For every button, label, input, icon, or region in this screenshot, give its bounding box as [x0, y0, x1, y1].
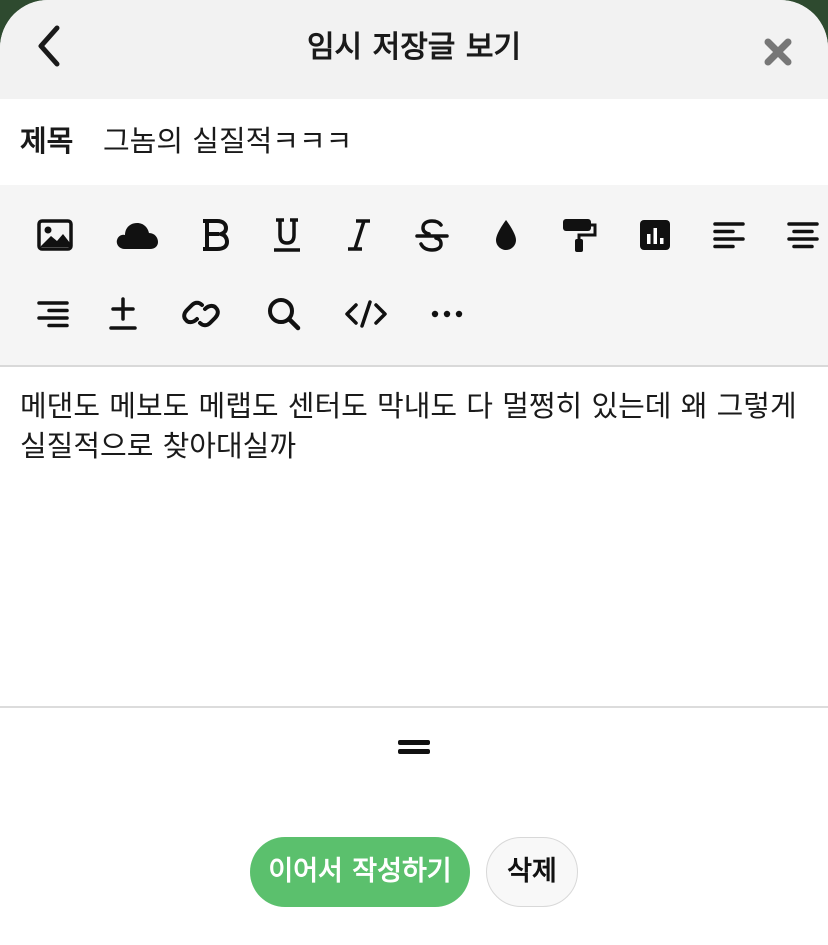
chart-icon: [640, 220, 670, 250]
title-row: 제목 그놈의 실질적ㅋㅋㅋ: [0, 99, 828, 185]
resize-handle[interactable]: [396, 736, 432, 760]
cloud-icon: [116, 223, 158, 249]
close-icon: [764, 38, 792, 66]
plus-minus-icon: [109, 297, 137, 330]
search-button[interactable]: [261, 291, 307, 337]
link-icon: [182, 300, 220, 328]
delete-button[interactable]: 삭제: [486, 837, 578, 907]
text-color-icon: [496, 220, 516, 250]
post-body[interactable]: 메댄도 메보도 메랩도 센터도 막내도 다 멀쩡히 있는데 왜 그렇게 실질적으…: [20, 386, 810, 466]
cloud-button[interactable]: [114, 212, 160, 258]
more-button[interactable]: [424, 291, 470, 337]
bold-button[interactable]: [192, 212, 238, 258]
align-left-button[interactable]: [706, 212, 752, 258]
paint-roller-icon: [563, 219, 597, 252]
close-button[interactable]: [754, 28, 802, 76]
align-right-icon: [37, 301, 69, 328]
strikethrough-button[interactable]: [409, 212, 455, 258]
chart-button[interactable]: [632, 212, 678, 258]
italic-icon: [348, 219, 370, 251]
paint-roller-button[interactable]: [556, 212, 602, 258]
more-icon: [431, 310, 463, 318]
align-left-icon: [713, 222, 745, 249]
title-label: 제목: [20, 124, 74, 158]
align-center-icon: [787, 222, 819, 249]
code-icon: [345, 300, 387, 328]
divider: [0, 706, 828, 708]
align-right-button[interactable]: [30, 291, 76, 337]
image-icon: [37, 219, 73, 251]
header: 임시 저장글 보기: [0, 0, 828, 99]
text-color-button[interactable]: [483, 212, 529, 258]
continue-writing-button[interactable]: 이어서 작성하기: [250, 837, 470, 907]
bold-icon: [203, 219, 230, 251]
search-icon: [268, 298, 301, 331]
strikethrough-icon: [415, 219, 449, 252]
code-button[interactable]: [343, 291, 389, 337]
page-title: 임시 저장글 보기: [306, 30, 522, 65]
underline-icon: [274, 218, 300, 252]
title-field[interactable]: 그놈의 실질적ㅋㅋㅋ: [103, 119, 352, 163]
underline-button[interactable]: [264, 212, 310, 258]
temp-post-sheet: 임시 저장글 보기 제목 그놈의 실질적ㅋㅋㅋ 메댄도 메보도 메랩도 센터도 …: [0, 0, 828, 945]
editor-toolbar: [0, 185, 828, 367]
italic-button[interactable]: [336, 212, 382, 258]
link-button[interactable]: [178, 291, 224, 337]
plus-minus-button[interactable]: [100, 291, 146, 337]
align-center-button[interactable]: [780, 212, 826, 258]
image-button[interactable]: [32, 212, 78, 258]
